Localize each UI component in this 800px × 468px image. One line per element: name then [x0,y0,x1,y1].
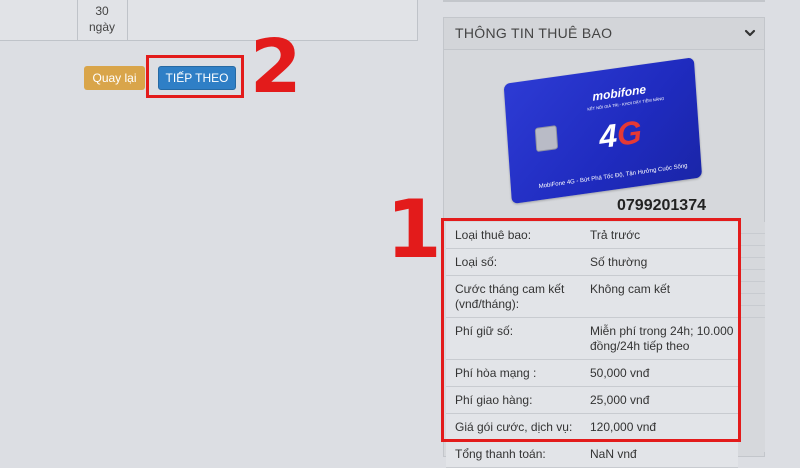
table-row: Tổng thanh toán: NaN vnđ [446,441,738,468]
sim-chip-icon [534,125,559,153]
plan-duration: 30 ngày [79,3,125,35]
info-value: NaN vnđ [590,447,637,461]
sim-card: mobifone KẾT NỐI GIÁ TRỊ - KHƠI DẬY TIỀM… [503,57,703,204]
step-marker-2: 2 [250,24,302,110]
chevron-down-icon[interactable] [744,27,756,39]
sim-bottom-text: MobiFone 4G - Bứt Phá Tốc Độ, Tận Hưởng … [538,163,688,191]
phone-number: 0799201374 [617,197,706,214]
row-divider [741,233,765,234]
table-divider [127,0,128,40]
duration-unit: ngày [88,20,116,34]
row-divider [741,317,765,318]
duration-value: 30 [95,4,109,18]
row-divider [741,305,765,306]
back-button[interactable]: Quay lại [84,66,145,90]
panel-top-border [443,0,765,2]
table-divider [77,0,78,40]
panel-title: THÔNG TIN THUÊ BAO [455,25,613,41]
row-divider [741,293,765,294]
plan-table: 30 ngày [0,0,418,41]
row-divider [741,245,765,246]
row-divider [741,257,765,258]
highlight-box-info [441,218,741,442]
highlight-box-next [146,55,244,98]
info-label: Tổng thanh toán: [455,447,546,461]
row-divider [741,281,765,282]
panel-right-edge [741,222,765,452]
sim-card-image: mobifone KẾT NỐI GIÁ TRỊ - KHƠI DẬY TIỀM… [503,57,712,206]
row-divider [741,269,765,270]
step-marker-1: 1 [386,183,442,276]
sim-network-logo: 4G [598,113,643,156]
panel-header[interactable]: THÔNG TIN THUÊ BAO [444,18,764,50]
